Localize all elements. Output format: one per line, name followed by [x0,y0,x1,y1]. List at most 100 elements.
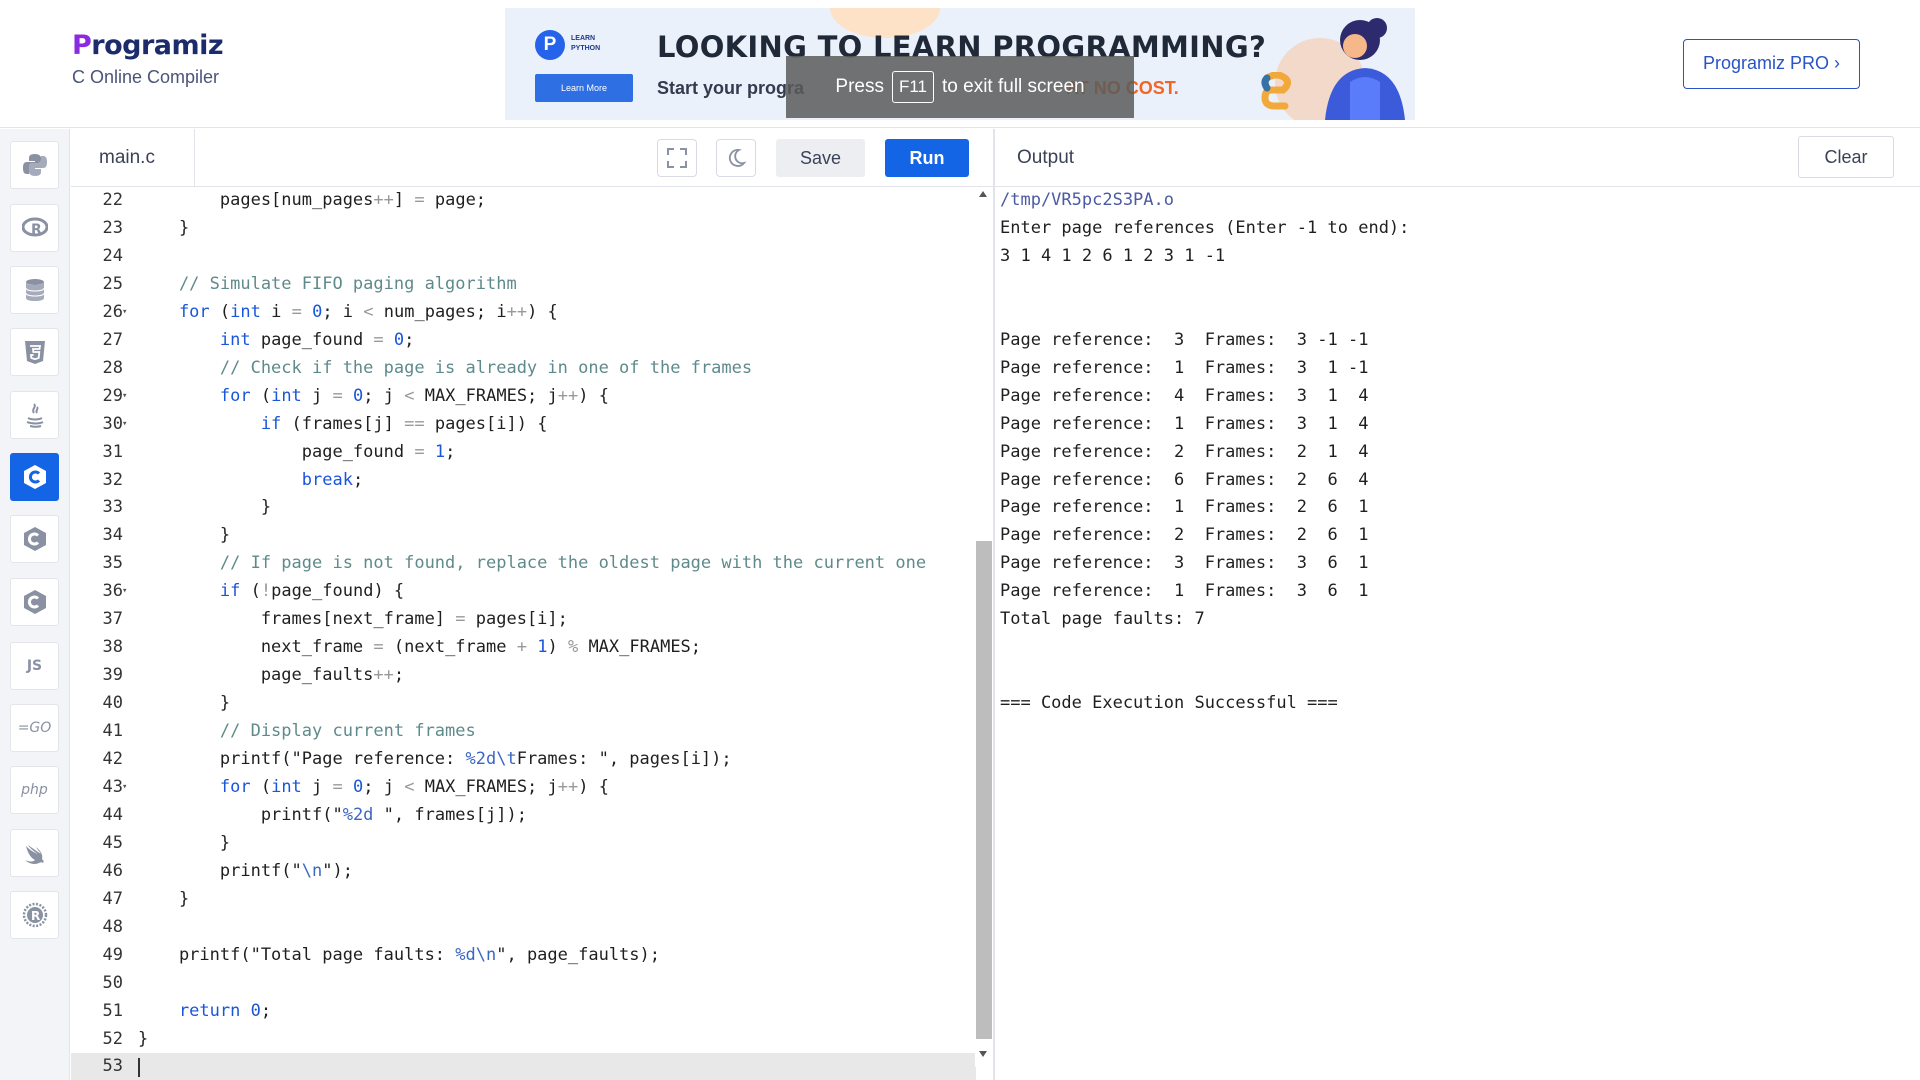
programiz-logo[interactable]: Programiz C Online Compiler [72,30,224,88]
code-line[interactable]: 52} [71,1026,976,1054]
line-number: 38 [102,637,123,658]
save-button[interactable]: Save [776,139,865,177]
code-line[interactable]: 41 // Display current frames [71,718,976,746]
code-text: if (frames[j] == pages[i]) { [138,413,548,434]
line-number: 51 [102,1000,123,1021]
code-editor[interactable]: 22 pages[num_pages++] = page; 23 } 24 25 //… [71,187,993,1080]
fold-toggle-icon[interactable]: ▾ [122,774,127,802]
code-text: frames[next_frame] = pages[i]; [138,609,568,630]
code-line[interactable]: 29 ▾ for (int j = 0; j < MAX_FRAMES; j++)… [71,383,976,411]
code-text: } [138,693,231,714]
sidebar-item-cpp[interactable] [10,515,59,563]
line-number: 33 [102,497,123,518]
sidebar-item-csharp[interactable] [10,578,59,626]
output-title: Output [1017,147,1075,168]
fold-toggle-icon[interactable]: ▾ [122,383,127,411]
code-text: int page_found = 0; [138,329,415,350]
output-line: Page reference: 4 Frames: 3 1 4 [1000,385,1369,406]
rust-icon: R [22,902,47,928]
code-line[interactable]: 44 printf("%2d ", frames[j]); [71,802,976,830]
code-line[interactable]: 47 } [71,886,976,914]
go-icon: =GO [17,720,52,736]
code-line[interactable]: 37 frames[next_frame] = pages[i]; [71,606,976,634]
code-line[interactable]: 27 int page_found = 0; [71,327,976,355]
run-button[interactable]: Run [885,139,969,177]
code-line[interactable]: 40 } [71,690,976,718]
code-line[interactable]: 36 ▾ if (!page_found) { [71,578,976,606]
code-line[interactable]: 42 printf("Page reference: %2d\tFrames: … [71,746,976,774]
sidebar-item-rust[interactable]: R [10,891,59,939]
code-line[interactable]: 24 [71,243,976,271]
sidebar-item-c[interactable] [10,453,59,501]
code-line[interactable]: 43 ▾ for (int j = 0; j < MAX_FRAMES; j++)… [71,774,976,802]
compiler-subtitle: C Online Compiler [72,67,220,87]
code-line[interactable]: 33 } [71,494,976,522]
fullscreen-button[interactable] [657,139,697,177]
output-line: 3 1 4 1 2 6 1 2 3 1 -1 [1000,245,1226,266]
code-text: page_found = 1; [138,441,456,462]
code-text: if (!page_found) { [138,581,405,602]
scroll-up-arrow-icon[interactable] [979,191,987,197]
scroll-down-arrow-icon[interactable] [979,1051,987,1057]
code-line[interactable]: 49 printf("Total page faults: %d\n", pag… [71,942,976,970]
code-line[interactable]: 32 break; [71,467,976,495]
output-line: Total page faults: 7 [1000,609,1205,630]
code-line[interactable]: 39 page_faults++; [71,662,976,690]
editor-toolbar: main.c Save Run [71,129,993,187]
code-line[interactable]: 51 return 0; [71,998,976,1026]
output-line: === Code Execution Successful === [1000,693,1338,714]
sidebar-item-r[interactable]: R [10,204,59,252]
code-line[interactable]: 28 // Check if the page is already in on… [71,355,976,383]
python-icon [22,154,47,176]
sidebar-item-js[interactable]: JS [10,642,59,690]
sidebar-item-python[interactable] [10,141,59,189]
fullscreen-toast: Press F11 to exit full screen [786,56,1134,118]
clear-button[interactable]: Clear [1798,136,1894,178]
text-cursor [138,1058,140,1078]
code-line[interactable]: 34 } [71,522,976,550]
dark-mode-button[interactable] [716,139,756,177]
code-text: } [138,832,231,853]
sidebar-item-go[interactable]: =GO [10,704,59,752]
sidebar-item-swift[interactable] [10,829,59,877]
tab-main-c[interactable]: main.c [71,129,195,187]
badge-text-2: PYTHON [571,45,601,52]
code-line[interactable]: 46 printf("\n"); [71,858,976,886]
code-line[interactable]: 23 } [71,215,976,243]
code-line[interactable]: 31 page_found = 1; [71,439,976,467]
learn-more-button[interactable]: Learn More [535,74,633,102]
sidebar-item-php[interactable]: php [10,766,59,814]
line-number: 41 [102,721,123,742]
code-line[interactable]: 22 pages[num_pages++] = page; [71,187,976,215]
fold-toggle-icon[interactable]: ▾ [122,411,127,439]
line-number: 27 [102,329,123,350]
line-number: 22 [102,190,123,210]
code-line[interactable]: 53 [71,1053,976,1080]
programiz-pro-button[interactable]: Programiz PRO › [1683,39,1860,89]
code-text: printf("\n"); [138,860,353,881]
code-line[interactable]: 50 [71,970,976,998]
code-line[interactable]: 48 [71,914,976,942]
output-line: Page reference: 1 Frames: 3 1 -1 [1000,357,1369,378]
fold-toggle-icon[interactable]: ▾ [122,578,127,606]
html5-icon [24,341,45,364]
scrollbar-thumb[interactable] [976,541,992,1039]
code-line[interactable]: 30 ▾ if (frames[j] == pages[i]) { [71,411,976,439]
code-text: for (int j = 0; j < MAX_FRAMES; j++) { [138,776,609,797]
sidebar-item-sql[interactable] [10,266,59,314]
toast-text-after: to exit full screen [942,76,1085,97]
sidebar-item-java[interactable] [10,391,59,439]
code-line[interactable]: 38 next_frame = (next_frame + 1) % MAX_F… [71,634,976,662]
cpp-icon [23,527,46,551]
code-line[interactable]: 26 ▾ for (int i = 0; i < num_pages; i++) … [71,299,976,327]
code-line[interactable]: 35 // If page is not found, replace the … [71,550,976,578]
sidebar-item-html[interactable] [10,328,59,376]
output-line: Page reference: 3 Frames: 3 -1 -1 [1000,329,1369,350]
fold-toggle-icon[interactable]: ▾ [122,299,127,327]
code-line[interactable]: 25 // Simulate FIFO paging algorithm [71,271,976,299]
code-text: for (int i = 0; i < num_pages; i++) { [138,301,558,322]
code-line[interactable]: 45 } [71,830,976,858]
line-number: 45 [102,832,123,853]
code-text: printf("Page reference: %2d\tFrames: ", … [138,749,732,769]
editor-scrollbar[interactable] [975,187,993,1067]
